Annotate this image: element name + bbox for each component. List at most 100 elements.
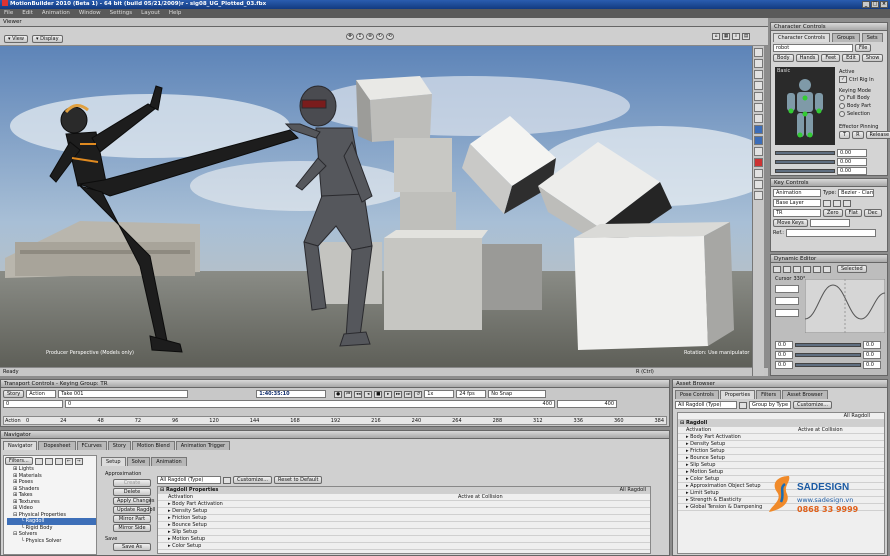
hands-tab[interactable]: Hands bbox=[795, 54, 820, 62]
select-tool-icon[interactable] bbox=[754, 48, 763, 57]
de-left-value-3[interactable]: 0.0 bbox=[775, 361, 793, 369]
de-right-value-3[interactable]: 0.0 bbox=[863, 361, 881, 369]
reset-view-icon[interactable]: ⟲ bbox=[386, 33, 394, 40]
prop-row[interactable]: ▸ Slip Setup bbox=[158, 529, 650, 536]
forward-arrow-icon[interactable]: → bbox=[74, 457, 83, 465]
update-ragdoll-button[interactable]: Update Ragdoll bbox=[113, 506, 155, 514]
action-select[interactable]: Action bbox=[26, 390, 57, 398]
menu-file[interactable]: File bbox=[4, 9, 13, 18]
prop-row[interactable]: ▸ Body Part Activation bbox=[158, 501, 650, 508]
show-button[interactable]: Show bbox=[861, 54, 884, 62]
flat-button[interactable]: Flat bbox=[844, 209, 862, 217]
fps-select[interactable]: 24 fps bbox=[456, 390, 487, 398]
pivot-tool-icon[interactable] bbox=[754, 103, 763, 112]
tab-dopesheet[interactable]: Dopesheet bbox=[38, 441, 76, 450]
slider-value-3[interactable]: 0.00 bbox=[837, 167, 867, 175]
tab-animation[interactable]: Animation bbox=[151, 457, 187, 466]
ref-field[interactable] bbox=[786, 229, 876, 237]
all-ragdoll-select[interactable]: All Ragdoll (Type) bbox=[157, 476, 221, 484]
body-part-radio[interactable] bbox=[839, 103, 845, 109]
prev-key-icon[interactable]: ◂◂ bbox=[354, 390, 363, 398]
axis-tool-icon[interactable] bbox=[754, 114, 763, 123]
ab-prop-row[interactable]: ▸ Density Setup bbox=[678, 441, 884, 448]
tree-tool-2-icon[interactable] bbox=[44, 457, 53, 465]
pin-r-button[interactable]: R bbox=[852, 131, 864, 139]
tab-motion-blend[interactable]: Motion Blend bbox=[131, 441, 175, 450]
character-slider-1[interactable] bbox=[775, 151, 835, 155]
grid-icon[interactable]: ▤ bbox=[742, 33, 750, 40]
de-tool-2-icon[interactable] bbox=[783, 265, 791, 273]
move-tool-icon[interactable]: ✥ bbox=[346, 33, 354, 40]
search-icon[interactable]: ⌕ bbox=[732, 33, 740, 40]
ab-activation-value[interactable]: Active at Collision bbox=[798, 427, 843, 434]
orbit-tool-icon[interactable]: ↻ bbox=[376, 33, 384, 40]
prop-row[interactable]: ▸ Color Setup bbox=[158, 543, 650, 550]
record-tool-icon[interactable] bbox=[754, 158, 763, 167]
goto-end-icon[interactable]: ⏭ bbox=[404, 390, 413, 398]
viewer-3d-scene[interactable]: Producer Perspective (Models only) Rotat… bbox=[0, 46, 752, 367]
menu-edit[interactable]: Edit bbox=[22, 9, 33, 18]
layout-icon[interactable]: ▦ bbox=[722, 33, 730, 40]
move-keys-value[interactable] bbox=[809, 219, 850, 227]
de-tool-6-icon[interactable] bbox=[823, 265, 831, 273]
body-tab[interactable]: Body bbox=[773, 54, 794, 62]
loop-icon[interactable]: ↺ bbox=[414, 390, 423, 398]
zero-button[interactable]: Zero bbox=[823, 209, 843, 217]
stop-icon[interactable]: ■ bbox=[374, 390, 383, 398]
menu-animation[interactable]: Animation bbox=[42, 9, 70, 18]
character-figure-view[interactable]: Basic bbox=[775, 67, 835, 145]
activation-row[interactable]: Activation Active at Collision bbox=[158, 494, 650, 501]
tab-animation-trigger[interactable]: Animation Trigger bbox=[175, 441, 231, 450]
ab-prop-row[interactable]: ▸ Bounce Setup bbox=[678, 455, 884, 462]
timecode-display[interactable]: 1:40:35:10 bbox=[256, 390, 327, 398]
tab-story[interactable]: Story bbox=[107, 441, 131, 450]
interpolation-type-select[interactable]: Bezier - Clamp bbox=[838, 189, 875, 197]
filters-button[interactable]: Filters... bbox=[5, 457, 33, 465]
character-slider-3[interactable] bbox=[775, 169, 835, 173]
de-left-field-1[interactable] bbox=[775, 285, 799, 293]
de-right-value-2[interactable]: 0.0 bbox=[863, 351, 881, 359]
de-left-value-2[interactable]: 0.0 bbox=[775, 351, 793, 359]
group-by-select[interactable]: Group by Type bbox=[749, 401, 791, 409]
prop-row[interactable]: ▸ Friction Setup bbox=[158, 515, 650, 522]
de-right-value-1[interactable]: 0.0 bbox=[863, 341, 881, 349]
layer-lock-icon[interactable] bbox=[833, 199, 841, 207]
keying-group-select[interactable]: TR bbox=[773, 209, 821, 217]
minimize-button[interactable]: _ bbox=[862, 1, 870, 8]
de-tool-3-icon[interactable] bbox=[793, 265, 801, 273]
dynamic-curve-graph[interactable] bbox=[805, 279, 885, 333]
edit-button[interactable]: Edit bbox=[842, 54, 860, 62]
animation-field[interactable]: Animation bbox=[773, 189, 821, 197]
feet-tab[interactable]: Feet bbox=[821, 54, 841, 62]
menu-help[interactable]: Help bbox=[169, 9, 182, 18]
ab-lock-icon[interactable] bbox=[739, 401, 747, 409]
ab-customize-button[interactable]: Customize... bbox=[793, 401, 833, 409]
pan-tool-icon[interactable]: ↕ bbox=[356, 33, 364, 40]
back-arrow-icon[interactable]: ← bbox=[64, 457, 73, 465]
create-button[interactable]: Create bbox=[113, 479, 151, 487]
file-button[interactable]: File bbox=[855, 44, 872, 52]
tree-item-physics-solver[interactable]: └ Physics Solver bbox=[7, 538, 96, 545]
close-button[interactable]: × bbox=[880, 1, 888, 8]
activation-value[interactable]: Active at Collision bbox=[458, 494, 503, 501]
timeline-ruler[interactable]: Action 0 24 48 72 96 120 144 168 192 216… bbox=[3, 416, 667, 425]
plot-tool-icon[interactable] bbox=[754, 180, 763, 189]
take-select[interactable]: Take 001 bbox=[58, 390, 189, 398]
end-frame-field[interactable]: 400 bbox=[557, 400, 617, 408]
scale-tool-icon[interactable] bbox=[754, 81, 763, 90]
mirror-side-button[interactable]: Mirror Side bbox=[113, 524, 151, 532]
ab-activation-row[interactable]: Activation Active at Collision bbox=[678, 427, 884, 434]
pin-t-button[interactable]: T bbox=[839, 131, 851, 139]
layer-mute-icon[interactable] bbox=[843, 199, 851, 207]
menu-settings[interactable]: Settings bbox=[110, 9, 133, 18]
release-button[interactable]: Release bbox=[865, 131, 890, 139]
speed-select[interactable]: 1x bbox=[424, 390, 455, 398]
ab-prop-row[interactable]: ▸ Slip Setup bbox=[678, 462, 884, 469]
de-left-field-3[interactable] bbox=[775, 309, 799, 317]
prop-row[interactable]: ▸ Density Setup bbox=[158, 508, 650, 515]
tab-navigator[interactable]: Navigator bbox=[3, 441, 38, 450]
camera-tool-icon[interactable] bbox=[754, 125, 763, 134]
reset-default-button[interactable]: Reset to Default bbox=[274, 476, 323, 484]
full-body-radio[interactable] bbox=[839, 95, 845, 101]
play-icon[interactable]: ▸ bbox=[384, 390, 393, 398]
